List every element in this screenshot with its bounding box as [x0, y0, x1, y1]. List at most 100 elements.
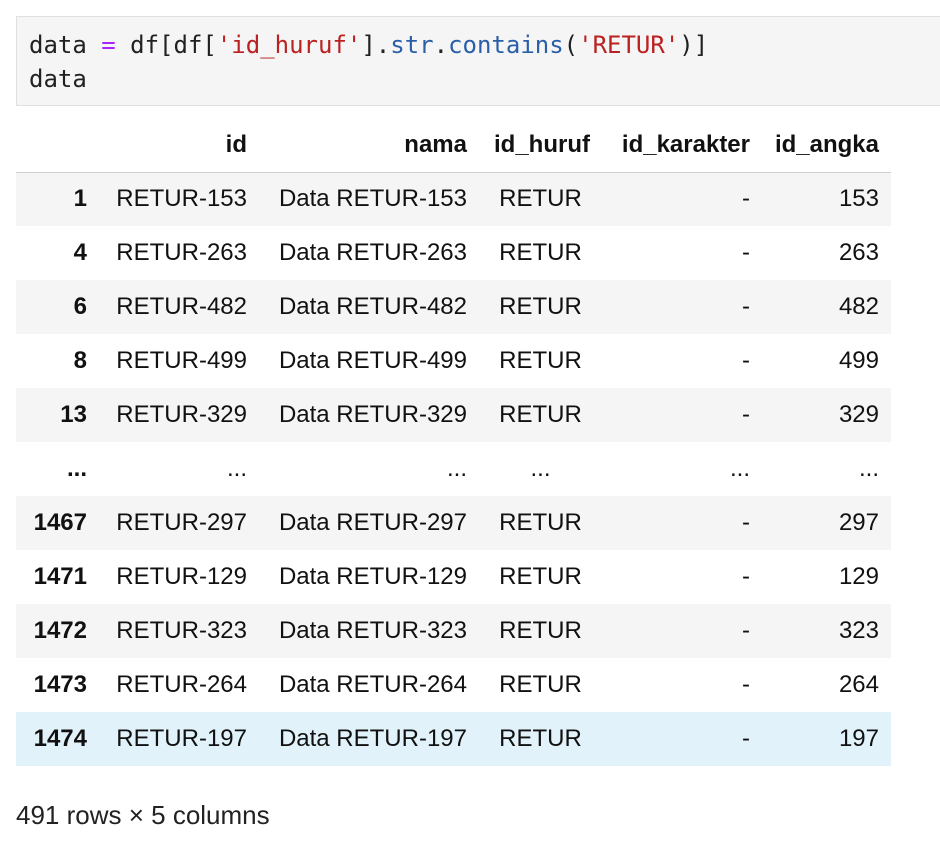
cell-nama: Data RETUR-153 [278, 185, 467, 213]
cell-id-angka: 197 [838, 725, 879, 752]
cell-id-angka: 297 [838, 509, 879, 536]
code-assign-operator: = [101, 31, 116, 59]
cell-id-huruf: RETUR [499, 617, 582, 644]
cell-nama: Data RETUR-297 [278, 509, 467, 536]
cell-nama: Data RETUR-263 [278, 239, 467, 266]
cell-id: RETUR-129 [116, 563, 247, 590]
cell-id-angka: 263 [838, 239, 879, 266]
row-index: 6 [73, 293, 87, 320]
cell-id-angka: ... [858, 455, 879, 482]
index-header [16, 118, 99, 173]
table-row: 1471 RETUR-129 Data RETUR-129 RETUR - 12… [16, 550, 891, 604]
table-row: 4 RETUR-263 Data RETUR-263 RETUR - 263 [16, 226, 891, 280]
code-line-2: data [29, 65, 87, 93]
cell-id-huruf: RETUR [499, 347, 582, 374]
cell-id-angka: 153 [838, 185, 879, 213]
cell-id: RETUR-264 [116, 671, 247, 698]
cell-id: RETUR-323 [116, 617, 247, 644]
cell-id-huruf: RETUR [499, 671, 582, 698]
row-index: 1 [73, 185, 87, 213]
table-row-hovered: 1474 RETUR-197 Data RETUR-197 RETUR - 19… [16, 712, 891, 766]
cell-id-angka: 264 [838, 671, 879, 698]
table-row: 6 RETUR-482 Data RETUR-482 RETUR - 482 [16, 280, 891, 334]
column-header-id-karakter: id_karakter [602, 118, 762, 173]
row-index: 4 [73, 239, 87, 266]
row-index: 8 [73, 347, 87, 374]
row-index: 1474 [33, 725, 87, 752]
cell-nama: Data RETUR-197 [278, 725, 467, 752]
cell-id-angka: 482 [838, 293, 879, 320]
cell-nama: Data RETUR-329 [278, 401, 467, 428]
cell-id-karakter: - [742, 347, 750, 374]
dataframe-output-table: id nama id_huruf id_karakter id_angka 1 … [16, 118, 891, 766]
dataframe-shape-summary: 491 rows × 5 columns [16, 800, 270, 830]
cell-nama: Data RETUR-482 [278, 293, 467, 320]
code-open-paren: ( [563, 31, 579, 59]
cell-id: RETUR-499 [116, 347, 247, 374]
table-row: 1473 RETUR-264 Data RETUR-264 RETUR - 26… [16, 658, 891, 712]
cell-id-karakter: - [742, 509, 750, 536]
row-index: 13 [60, 401, 87, 428]
cell-id-huruf: ... [530, 455, 551, 482]
table-row: 13 RETUR-329 Data RETUR-329 RETUR - 329 [16, 388, 891, 442]
code-method: contains [448, 31, 564, 59]
column-header-id-angka: id_angka [762, 118, 891, 173]
cell-nama: Data RETUR-264 [278, 671, 467, 698]
cell-id-huruf: RETUR [499, 509, 582, 536]
table-row: 1 RETUR-153 Data RETUR-153 RETUR - 153 [16, 172, 891, 226]
table-row: 1472 RETUR-323 Data RETUR-323 RETUR - 32… [16, 604, 891, 658]
cell-nama: Data RETUR-129 [278, 563, 467, 590]
code-close: )] [679, 31, 709, 59]
table-row: 8 RETUR-499 Data RETUR-499 RETUR - 499 [16, 334, 891, 388]
table-row: 1467 RETUR-297 Data RETUR-297 RETUR - 29… [16, 496, 891, 550]
cell-id-angka: 323 [838, 617, 879, 644]
cell-id-angka: 129 [838, 563, 879, 590]
cell-id-huruf: RETUR [499, 401, 582, 428]
cell-id-karakter: - [742, 725, 750, 752]
code-dot-1: ]. [361, 31, 391, 59]
cell-id: RETUR-197 [116, 725, 247, 752]
code-pattern-string: 'RETUR' [578, 31, 680, 59]
code-accessor: str [390, 31, 434, 59]
row-index: ... [66, 455, 87, 482]
cell-id: RETUR-297 [116, 509, 247, 536]
cell-nama: Data RETUR-323 [278, 617, 467, 644]
cell-id-huruf: RETUR [499, 725, 582, 752]
table-header-row: id nama id_huruf id_karakter id_angka [16, 118, 891, 173]
table-row-ellipsis: ... ... ... ... ... ... [16, 442, 891, 496]
cell-id-karakter: - [742, 401, 750, 428]
row-index: 1473 [33, 671, 87, 698]
cell-id-huruf: RETUR [499, 185, 582, 213]
cell-id-huruf: RETUR [499, 293, 582, 320]
cell-id: RETUR-329 [116, 401, 247, 428]
cell-id: RETUR-482 [116, 293, 247, 320]
cell-nama: ... [446, 455, 467, 482]
column-header-nama: nama [259, 118, 479, 173]
cell-id-karakter: ... [729, 455, 750, 482]
row-index: 1471 [33, 563, 87, 590]
cell-id-huruf: RETUR [499, 563, 582, 590]
cell-id-karakter: - [742, 563, 750, 590]
cell-id: ... [226, 455, 247, 482]
code-line-1: data = df[df['id_huruf'].str.contains('R… [29, 28, 708, 62]
cell-id-karakter: - [742, 185, 750, 213]
column-header-id-huruf: id_huruf [479, 118, 602, 173]
cell-nama: Data RETUR-499 [278, 347, 467, 374]
cell-id: RETUR-153 [116, 185, 247, 213]
cell-id-karakter: - [742, 293, 750, 320]
code-dot-2: . [433, 31, 449, 59]
cell-id-karakter: - [742, 617, 750, 644]
code-cell[interactable]: data = df[df['id_huruf'].str.contains('R… [16, 16, 940, 106]
cell-id-karakter: - [742, 671, 750, 698]
table-body: 1 RETUR-153 Data RETUR-153 RETUR - 153 4… [16, 172, 891, 766]
cell-id: RETUR-263 [116, 239, 247, 266]
cell-id-karakter: - [742, 239, 750, 266]
code-column-string: 'id_huruf' [216, 31, 362, 59]
column-header-id: id [99, 118, 259, 173]
cell-id-angka: 499 [838, 347, 879, 374]
code-variable: data [29, 31, 87, 59]
row-index: 1472 [33, 617, 87, 644]
row-index: 1467 [33, 509, 87, 536]
cell-id-angka: 329 [838, 401, 879, 428]
code-expression-start: df[df[ [130, 31, 217, 59]
